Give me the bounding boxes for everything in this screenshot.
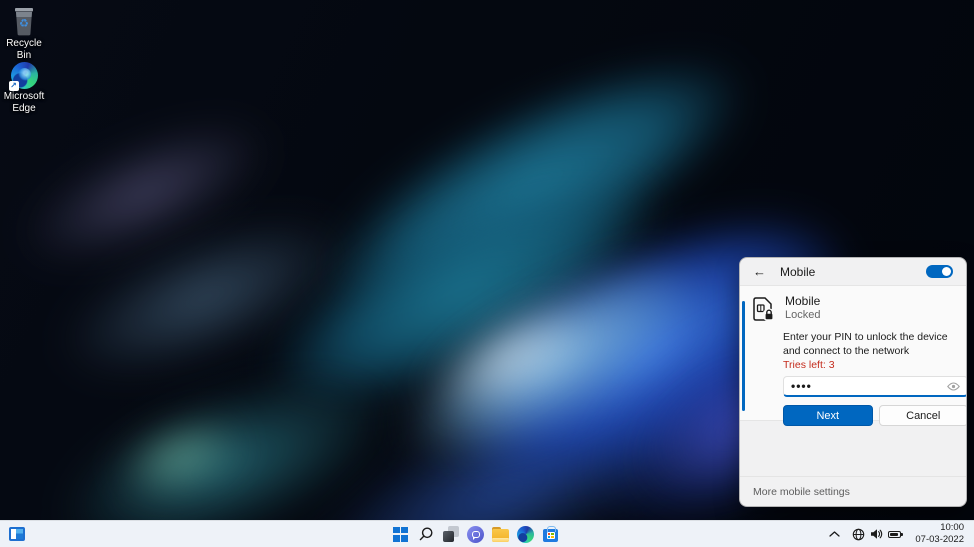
desktop-icon-microsoft-edge[interactable]: ↗ Microsoft Edge bbox=[0, 62, 48, 114]
device-name: Mobile bbox=[785, 294, 820, 308]
taskbar: 10:00 07-03-2022 bbox=[0, 520, 974, 547]
cancel-button[interactable]: Cancel bbox=[879, 405, 968, 426]
next-button[interactable]: Next bbox=[783, 405, 873, 426]
tries-left-text: Tries left: 3 bbox=[783, 359, 954, 371]
desktop-icon-label: Microsoft Edge bbox=[0, 91, 48, 114]
file-explorer-icon bbox=[492, 529, 509, 542]
device-status: Locked bbox=[785, 309, 820, 321]
pin-masked-value: •••• bbox=[791, 379, 812, 393]
edge-icon bbox=[517, 526, 534, 543]
clock-date: 07-03-2022 bbox=[915, 534, 964, 546]
panel-title: Mobile bbox=[780, 265, 815, 279]
store-icon bbox=[543, 529, 558, 542]
chat-icon bbox=[467, 526, 484, 543]
chevron-up-icon bbox=[829, 531, 840, 537]
mobile-locked-card: Mobile Locked Enter your PIN to unlock t… bbox=[740, 285, 966, 421]
mobile-flyout-panel: ← Mobile Mobile Locked Enter your PIN to… bbox=[739, 257, 967, 507]
panel-footer: More mobile settings bbox=[740, 476, 966, 506]
pin-input[interactable]: •••• bbox=[783, 376, 967, 397]
widgets-panel-button[interactable] bbox=[6, 523, 28, 545]
store-button[interactable] bbox=[538, 522, 563, 547]
search-icon bbox=[418, 526, 434, 542]
network-globe-icon bbox=[852, 528, 865, 541]
task-view-icon bbox=[443, 526, 459, 542]
mobile-toggle[interactable] bbox=[926, 265, 953, 278]
more-mobile-settings-link[interactable]: More mobile settings bbox=[753, 486, 850, 498]
file-explorer-button[interactable] bbox=[488, 522, 513, 547]
system-tray: 10:00 07-03-2022 bbox=[826, 521, 968, 547]
shortcut-arrow-icon: ↗ bbox=[9, 81, 19, 91]
back-arrow-icon[interactable]: ← bbox=[753, 264, 769, 279]
toggle-knob bbox=[942, 267, 951, 276]
volume-icon bbox=[870, 528, 883, 540]
desktop-icon-label: Recycle Bin bbox=[0, 38, 48, 61]
search-button[interactable] bbox=[413, 522, 438, 547]
battery-icon bbox=[888, 531, 901, 538]
pin-instruction-text: Enter your PIN to unlock the device and … bbox=[783, 331, 965, 358]
selection-accent-bar bbox=[742, 301, 745, 411]
start-button[interactable] bbox=[388, 522, 413, 547]
chat-button[interactable] bbox=[463, 522, 488, 547]
panel-header: ← Mobile bbox=[740, 258, 966, 285]
widgets-panel-icon bbox=[9, 527, 25, 541]
pin-entry-area: Enter your PIN to unlock the device and … bbox=[783, 331, 954, 426]
taskbar-clock[interactable]: 10:00 07-03-2022 bbox=[911, 520, 968, 547]
task-view-button[interactable] bbox=[438, 522, 463, 547]
edge-icon: ↗ bbox=[11, 62, 38, 89]
edge-button[interactable] bbox=[513, 522, 538, 547]
show-hidden-icons-button[interactable] bbox=[826, 523, 842, 545]
svg-text:♻: ♻ bbox=[19, 18, 29, 30]
start-icon bbox=[393, 527, 408, 542]
sim-lock-icon bbox=[752, 295, 776, 323]
taskbar-center-icons bbox=[388, 521, 563, 547]
recycle-bin-icon: ♻ bbox=[10, 6, 38, 36]
reveal-password-icon[interactable] bbox=[947, 382, 960, 391]
network-volume-battery-button[interactable] bbox=[846, 525, 907, 544]
desktop-icon-recycle-bin[interactable]: ♻ Recycle Bin bbox=[0, 6, 48, 61]
clock-time: 10:00 bbox=[915, 522, 964, 534]
